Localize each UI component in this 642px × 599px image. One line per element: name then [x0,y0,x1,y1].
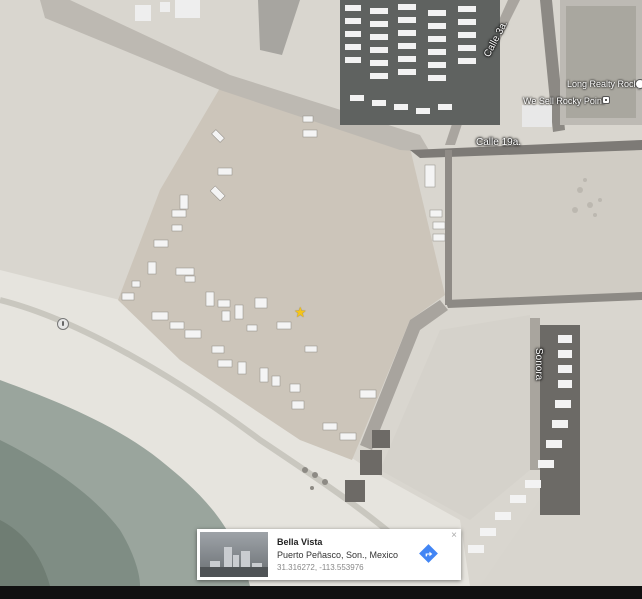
business-icon[interactable] [635,79,642,89]
place-address: Puerto Peñasco, Son., Mexico [277,550,399,560]
star-icon[interactable]: ★ [294,305,308,319]
poi-label-we-sell[interactable]: We Sell Rocky Point [523,96,604,106]
satellite-imagery [0,0,642,586]
directions-icon[interactable] [419,544,438,563]
road-label-sonora: Sonora [533,348,544,381]
bottom-bar [0,586,642,599]
place-info-card[interactable]: Bella Vista Puerto Peñasco, Son., Mexico… [197,529,461,580]
pegman-icon[interactable] [57,318,69,330]
satellite-map[interactable]: Calle 3a. Calle 19a. Sonora Long Realty … [0,0,642,586]
close-icon[interactable]: × [451,530,457,541]
place-photo-thumbnail[interactable] [200,532,268,577]
place-coordinates: 31.316272, -113.553976 [277,563,364,572]
place-title[interactable]: Bella Vista [277,537,322,547]
road-label-calle-19a: Calle 19a. [476,137,522,148]
poi-label-long-realty[interactable]: Long Realty Rocky F [567,79,642,89]
business-icon[interactable] [602,96,610,104]
